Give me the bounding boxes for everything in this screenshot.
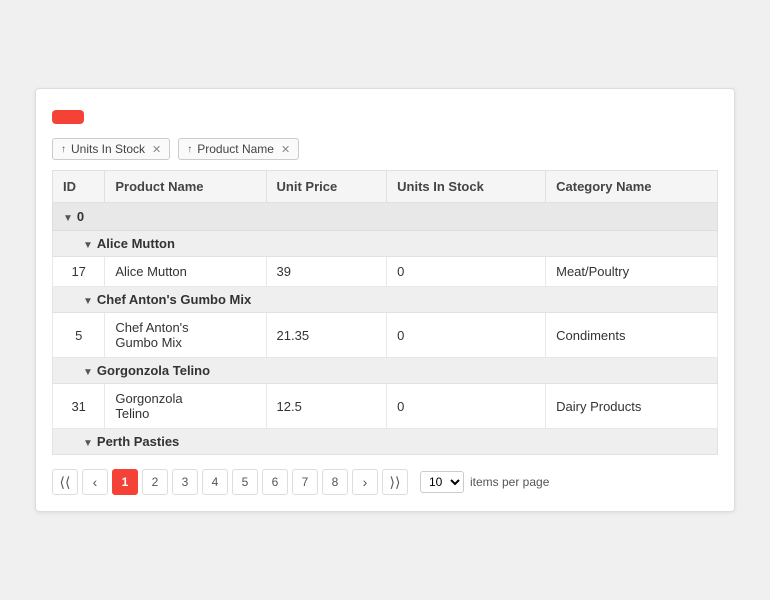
- group-tag-label: Product Name: [197, 142, 274, 156]
- cell-category_name: Dairy Products: [546, 384, 718, 429]
- cell-product_name: Chef Anton'sGumbo Mix: [105, 313, 266, 358]
- column-header-product_name[interactable]: Product Name: [105, 171, 266, 203]
- group-tag: ↑ Units In Stock ✕: [52, 138, 170, 160]
- column-header-units_in_stock[interactable]: Units In Stock: [387, 171, 546, 203]
- group-label-level-1: ▼Chef Anton's Gumbo Mix: [53, 287, 718, 313]
- remove-group-tag-button[interactable]: ✕: [281, 143, 290, 156]
- items-per-page-select[interactable]: 10 20 50: [420, 471, 464, 493]
- cell-id: 5: [53, 313, 105, 358]
- cell-product_name: Alice Mutton: [105, 257, 266, 287]
- pagination-page-2[interactable]: 2: [142, 469, 168, 495]
- data-table: IDProduct NameUnit PriceUnits In StockCa…: [52, 170, 718, 455]
- cell-unit_price: 39: [266, 257, 387, 287]
- cell-unit_price: 12.5: [266, 384, 387, 429]
- pagination-last-button[interactable]: ⟩⟩: [382, 469, 408, 495]
- sort-arrow-icon: ↑: [61, 144, 66, 155]
- pagination-page-4[interactable]: 4: [202, 469, 228, 495]
- items-per-page-label: items per page: [470, 475, 549, 489]
- expand-triangle-icon: ▼: [83, 438, 93, 449]
- pagination-page-3[interactable]: 3: [172, 469, 198, 495]
- toolbar: [52, 105, 718, 124]
- table-row: 17Alice Mutton390Meat/Poultry: [53, 257, 718, 287]
- cell-units_in_stock: 0: [387, 313, 546, 358]
- expand-triangle-icon: ▼: [83, 367, 93, 378]
- group-tag: ↑ Product Name ✕: [178, 138, 299, 160]
- group-label-level-1: ▼Alice Mutton: [53, 231, 718, 257]
- group-row-level-1[interactable]: ▼Alice Mutton: [53, 231, 718, 257]
- table-header-row: IDProduct NameUnit PriceUnits In StockCa…: [53, 171, 718, 203]
- cell-units_in_stock: 0: [387, 257, 546, 287]
- remove-group-tag-button[interactable]: ✕: [152, 143, 161, 156]
- cell-category_name: Condiments: [546, 313, 718, 358]
- expand-triangle-icon: ▼: [83, 240, 93, 251]
- group-row-level-1[interactable]: ▼Perth Pasties: [53, 429, 718, 455]
- cell-category_name: Meat/Poultry: [546, 257, 718, 287]
- table-row: 5Chef Anton'sGumbo Mix21.350Condiments: [53, 313, 718, 358]
- expand-triangle-icon: ▼: [83, 296, 93, 307]
- expand-triangle-icon: ▼: [63, 213, 73, 224]
- group-label-level-1: ▼Perth Pasties: [53, 429, 718, 455]
- pagination-page-7[interactable]: 7: [292, 469, 318, 495]
- cell-unit_price: 21.35: [266, 313, 387, 358]
- pagination-first-button[interactable]: ⟨⟨: [52, 469, 78, 495]
- group-row-level-1[interactable]: ▼Chef Anton's Gumbo Mix: [53, 287, 718, 313]
- cell-product_name: GorgonzolaTelino: [105, 384, 266, 429]
- group-label-level-1: ▼Gorgonzola Telino: [53, 358, 718, 384]
- cell-id: 31: [53, 384, 105, 429]
- pagination-page-5[interactable]: 5: [232, 469, 258, 495]
- main-container: ↑ Units In Stock ✕↑ Product Name ✕ IDPro…: [35, 88, 735, 512]
- group-tag-label: Units In Stock: [71, 142, 145, 156]
- cell-units_in_stock: 0: [387, 384, 546, 429]
- column-header-category_name[interactable]: Category Name: [546, 171, 718, 203]
- group-row-level-1[interactable]: ▼Gorgonzola Telino: [53, 358, 718, 384]
- cell-id: 17: [53, 257, 105, 287]
- pagination-prev-button[interactable]: ‹: [82, 469, 108, 495]
- expand-groups-button[interactable]: [52, 110, 84, 124]
- group-row-level-0[interactable]: ▼0: [53, 203, 718, 231]
- column-header-id[interactable]: ID: [53, 171, 105, 203]
- column-header-unit_price[interactable]: Unit Price: [266, 171, 387, 203]
- group-tags-bar: ↑ Units In Stock ✕↑ Product Name ✕: [52, 138, 718, 160]
- pagination-page-6[interactable]: 6: [262, 469, 288, 495]
- sort-arrow-icon: ↑: [187, 144, 192, 155]
- pagination-page-1[interactable]: 1: [112, 469, 138, 495]
- group-label-level-0: ▼0: [53, 203, 718, 231]
- pagination-next-button[interactable]: ›: [352, 469, 378, 495]
- pagination-bar: ⟨⟨‹12345678›⟩⟩ 10 20 50 items per page: [52, 469, 718, 495]
- table-row: 31GorgonzolaTelino12.50Dairy Products: [53, 384, 718, 429]
- items-per-page-control: 10 20 50 items per page: [420, 471, 549, 493]
- pagination-page-8[interactable]: 8: [322, 469, 348, 495]
